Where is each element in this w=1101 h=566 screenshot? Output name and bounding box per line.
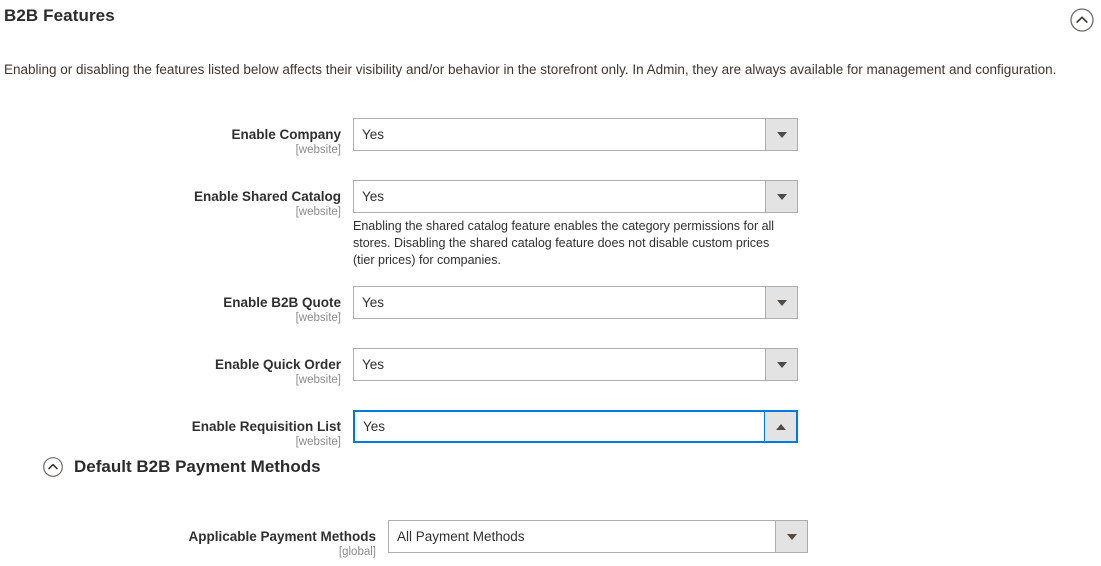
select-value: Yes: [354, 349, 765, 380]
triangle-up-icon: [775, 423, 786, 430]
label-text: Enable B2B Quote: [223, 295, 341, 310]
select-value: Yes: [354, 287, 765, 318]
select-arrow-button[interactable]: [765, 181, 797, 212]
field-row-applicable-payment-methods: Applicable Payment Methods [global] All …: [0, 520, 808, 560]
b2b-features-form: Enable Company [website] Yes Enable Shar…: [0, 118, 1101, 450]
field-row-enable-shared-catalog: Enable Shared Catalog [website] Yes Enab…: [0, 180, 1101, 269]
select-enable-shared-catalog[interactable]: Yes: [353, 180, 798, 213]
field-label-enable-company: Enable Company [website]: [0, 118, 353, 158]
label-scope: [global]: [338, 546, 376, 558]
label-scope: [website]: [295, 436, 341, 448]
chevron-up-circle-icon: [1069, 8, 1095, 37]
label-text: Enable Company: [231, 127, 341, 142]
field-control-enable-shared-catalog: Yes Enabling the shared catalog feature …: [353, 180, 798, 269]
field-label-enable-requisition-list: Enable Requisition List [website]: [0, 410, 353, 450]
triangle-down-icon: [776, 193, 787, 200]
triangle-down-icon: [776, 131, 787, 138]
field-row-enable-quick-order: Enable Quick Order [website] Yes: [0, 348, 1101, 388]
field-label-enable-b2b-quote: Enable B2B Quote [website]: [0, 286, 353, 326]
select-enable-company[interactable]: Yes: [353, 118, 798, 151]
subsection-title: Default B2B Payment Methods: [74, 457, 321, 476]
label-text: Enable Shared Catalog: [193, 189, 341, 204]
section-collapse-toggle[interactable]: [1069, 7, 1095, 33]
select-arrow-button[interactable]: [765, 287, 797, 318]
select-applicable-payment-methods[interactable]: All Payment Methods: [388, 520, 808, 553]
select-value: All Payment Methods: [389, 521, 775, 552]
triangle-down-icon: [786, 533, 797, 540]
select-arrow-button[interactable]: [764, 412, 796, 441]
field-label-enable-quick-order: Enable Quick Order [website]: [0, 348, 353, 388]
select-arrow-button[interactable]: [765, 119, 797, 150]
select-arrow-button[interactable]: [765, 349, 797, 380]
chevron-up-circle-icon: [42, 456, 64, 478]
subsection-default-b2b-payment-methods[interactable]: Default B2B Payment Methods: [42, 456, 321, 478]
field-row-enable-requisition-list: Enable Requisition List [website] Yes: [0, 410, 1101, 450]
select-value: Yes: [354, 119, 765, 150]
field-control-enable-b2b-quote: Yes: [353, 286, 798, 319]
field-row-enable-company: Enable Company [website] Yes: [0, 118, 1101, 158]
select-value: Yes: [355, 412, 764, 441]
select-arrow-button[interactable]: [775, 521, 807, 552]
field-label-enable-shared-catalog: Enable Shared Catalog [website]: [0, 180, 353, 220]
field-control-enable-quick-order: Yes: [353, 348, 798, 381]
field-note-shared-catalog: Enabling the shared catalog feature enab…: [353, 219, 775, 267]
field-control-enable-requisition-list: Yes: [353, 410, 798, 443]
field-row-enable-b2b-quote: Enable B2B Quote [website] Yes: [0, 286, 1101, 326]
field-label-applicable-payment-methods: Applicable Payment Methods [global]: [0, 520, 388, 560]
label-scope: [website]: [295, 312, 341, 324]
select-enable-requisition-list[interactable]: Yes: [353, 410, 798, 443]
label-scope: [website]: [295, 144, 341, 156]
section-description: Enabling or disabling the features liste…: [4, 62, 1057, 77]
triangle-down-icon: [776, 299, 787, 306]
triangle-down-icon: [776, 361, 787, 368]
field-control-enable-company: Yes: [353, 118, 798, 151]
label-scope: [website]: [295, 374, 341, 386]
select-enable-quick-order[interactable]: Yes: [353, 348, 798, 381]
label-scope: [website]: [295, 206, 341, 218]
page-title: B2B Features: [4, 6, 115, 25]
select-value: Yes: [354, 181, 765, 212]
field-control-applicable-payment-methods: All Payment Methods: [388, 520, 808, 553]
label-text: Applicable Payment Methods: [188, 529, 376, 544]
select-enable-b2b-quote[interactable]: Yes: [353, 286, 798, 319]
label-text: Enable Quick Order: [214, 357, 341, 372]
label-text: Enable Requisition List: [191, 419, 341, 434]
